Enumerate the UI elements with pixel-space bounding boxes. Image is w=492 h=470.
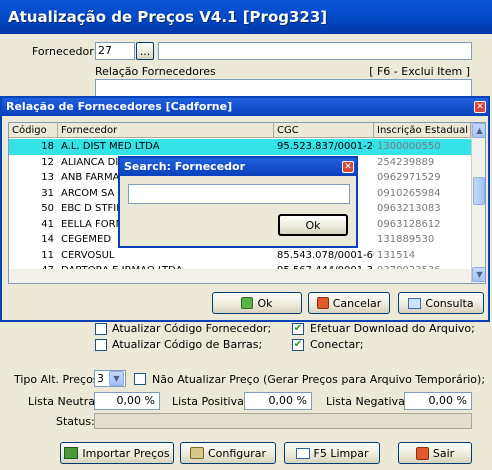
tipo-alt-precos-value: 3 [97,372,104,385]
lista-negativa-input[interactable]: 0,00 % [404,392,472,410]
search-ok-button[interactable]: Ok [278,214,348,236]
nao-atualizar-preco-checkbox[interactable] [134,373,146,385]
cell-inscricao: 131514 [377,249,416,261]
cell-codigo: 14 [41,234,54,245]
chevron-down-icon[interactable]: ▼ [109,371,124,386]
table-row[interactable]: 18 A.L. DIST MED LTDA 95.523.837/0001-26 13… [9,139,471,155]
fornecedor-code-input[interactable]: 27 [95,42,135,60]
horizontal-scrollbar[interactable] [9,269,471,283]
cell-inscricao: 1300000550 [377,141,441,152]
status-label: Status: [56,415,95,428]
lista-neutra-input[interactable]: 0,00 % [94,392,160,410]
search-input[interactable] [128,184,350,204]
importar-precos-label: Importar Preços [82,446,170,460]
scroll-up-icon[interactable]: ▲ [472,123,485,138]
relacao-ok-label: Ok [257,296,273,310]
configurar-button[interactable]: Configurar [180,442,276,464]
cell-codigo: 31 [41,187,54,199]
column-header-cgc[interactable]: CGC [274,123,374,137]
cancel-icon [316,297,329,309]
cell-inscricao: 0963213083 [377,203,441,214]
tipo-alt-precos-label: Tipo Alt. Preços [14,373,99,386]
grid-header: Código Fornecedor CGC Inscrição Estadual [9,123,471,138]
cell-codigo: 12 [41,156,54,168]
clear-icon [295,447,310,459]
lista-negativa-label: Lista Negativa: [326,395,409,408]
window-title-bar: Atualização de Preços V4.1 [Prog323] [0,0,492,34]
configurar-label: Configurar [207,446,267,460]
fornecedor-label: Fornecedor: [32,45,98,58]
cell-fornecedor: A.L. DIST MED LTDA [61,141,160,152]
cell-inscricao: 254239889 [377,156,435,168]
scroll-down-icon[interactable]: ▼ [472,267,485,282]
cell-codigo: 50 [41,203,54,214]
cell-inscricao: 0963128612 [377,218,441,230]
conectar-label: Conectar; [310,338,364,351]
window-title: Atualização de Preços V4.1 [Prog323] [8,8,328,26]
limpar-label: F5 Limpar [313,446,369,460]
atualizar-codigo-fornecedor-label: Atualizar Código Fornecedor; [112,322,272,335]
search-dialog-title-bar: Search: Fornecedor [120,158,356,176]
tipo-alt-precos-select[interactable]: 3 ▼ [94,370,126,387]
lista-neutra-label: Lista Neutra: [28,395,99,408]
cell-codigo: 13 [41,172,54,183]
exit-icon [415,446,429,460]
relacao-cancel-label: Cancelar [332,296,382,310]
consulta-label: Consulta [425,296,474,310]
column-header-inscricao[interactable]: Inscrição Estadual [374,123,471,137]
relacao-fornecedores-list[interactable] [95,79,472,97]
efetuar-download-checkbox[interactable]: ✔ [292,323,304,335]
cell-codigo: 11 [41,249,54,261]
search-dialog: Search: Fornecedor ✕ Ok [118,156,358,248]
relacao-hint: [ F6 - Exclui Item ] [369,65,470,78]
relacao-window-title: Relação de Fornecedores [Cadforne] [6,100,233,113]
column-header-codigo[interactable]: Código [9,123,58,137]
cell-codigo: 41 [41,218,54,230]
fornecedor-browse-button[interactable]: ... [136,42,154,60]
relacao-fornecedores-label: Relação Fornecedores [95,65,216,78]
lista-positiva-label: Lista Positiva: [172,395,248,408]
cell-fornecedor: CERVOSUL [61,249,115,261]
close-icon[interactable]: ✕ [342,161,354,173]
relacao-cancel-button[interactable]: Cancelar [308,292,390,314]
cell-inscricao: 0962971529 [377,172,441,183]
settings-icon [189,447,204,459]
scroll-thumb[interactable] [473,177,485,205]
cell-codigo: 18 [41,141,54,152]
vertical-scrollbar[interactable]: ▲ ▼ [471,123,485,283]
close-icon[interactable]: ✕ [474,101,486,113]
lista-positiva-input[interactable]: 0,00 % [244,392,312,410]
cell-inscricao: 0910265984 [377,187,441,199]
nao-atualizar-preco-label: Não Atualizar Preço (Gerar Preços para A… [152,373,486,386]
sair-button[interactable]: Sair [398,442,472,464]
cell-cgc: 95.523.837/0001-26 [277,141,374,152]
table-row[interactable]: 11 CERVOSUL 85.543.078/0001-66 131514 [9,248,471,264]
search-dialog-title: Search: Fornecedor [124,160,245,173]
relacao-ok-button[interactable]: Ok [212,292,302,314]
conectar-checkbox[interactable]: ✔ [292,339,304,351]
status-field [94,413,472,429]
importar-precos-button[interactable]: Importar Preços [60,442,174,464]
relacao-window-title-bar: Relação de Fornecedores [Cadforne] [2,98,488,116]
cell-inscricao: 131889530 [377,234,435,245]
column-header-fornecedor[interactable]: Fornecedor [58,123,274,137]
efetuar-download-label: Efetuar Download do Arquivo; [310,322,475,335]
atualizar-codigo-barras-checkbox[interactable] [95,339,107,351]
fornecedor-name-field [158,42,472,60]
sair-label: Sair [432,446,455,460]
cell-cgc: 85.543.078/0001-66 [277,249,374,261]
consulta-button[interactable]: Consulta [398,292,484,314]
import-icon [64,447,79,459]
ok-icon [241,297,254,309]
atualizar-codigo-barras-label: Atualizar Código de Barras; [112,338,263,351]
atualizar-codigo-fornecedor-checkbox[interactable] [95,323,107,335]
limpar-button[interactable]: F5 Limpar [284,442,380,464]
search-icon [408,297,422,309]
